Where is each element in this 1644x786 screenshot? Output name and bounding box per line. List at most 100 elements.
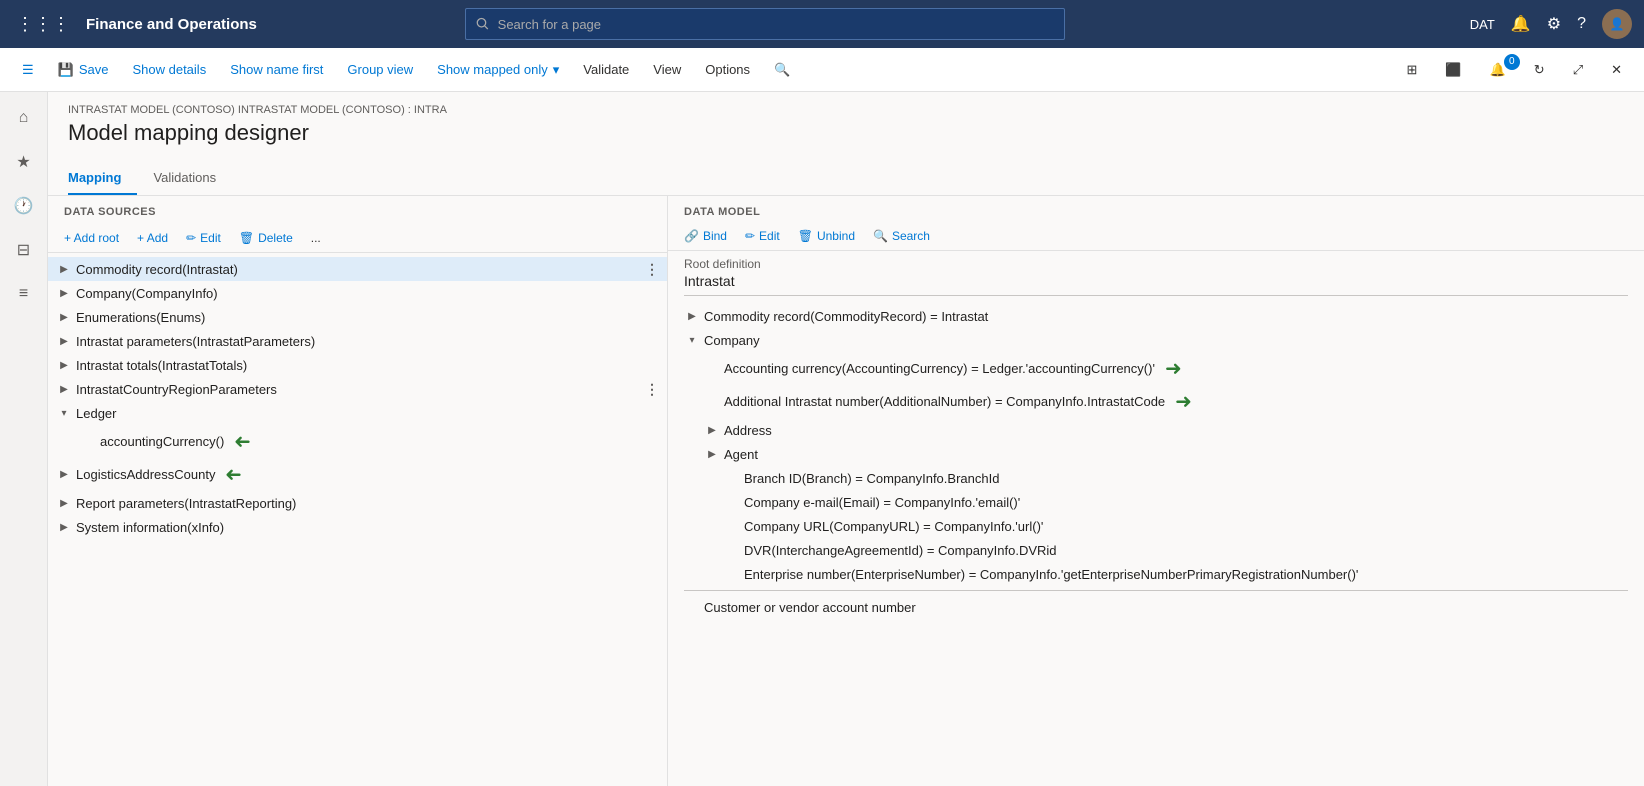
page-header: INTRASTAT MODEL (CONTOSO) INTRASTAT MODE… bbox=[48, 92, 1644, 162]
waffle-menu-icon[interactable]: ⋮⋮⋮ bbox=[12, 10, 74, 39]
bind-button[interactable]: 🔗 Bind bbox=[676, 226, 735, 246]
expand-icon[interactable]: ▶ bbox=[56, 381, 72, 397]
user-avatar[interactable]: 👤 bbox=[1602, 9, 1632, 39]
dm-item-address[interactable]: ▶ Address bbox=[668, 418, 1644, 442]
expand-icon[interactable]: ▶ bbox=[704, 446, 720, 462]
global-search[interactable] bbox=[465, 8, 1065, 40]
expand-icon bbox=[704, 394, 720, 410]
notification-wrapper: 🔔 0 bbox=[1480, 58, 1516, 82]
expand-icon[interactable]: ▶ bbox=[56, 333, 72, 349]
unbind-button[interactable]: 🗑 Unbind bbox=[790, 226, 863, 246]
hamburger-icon: ☰ bbox=[22, 62, 34, 78]
dm-item-company-url[interactable]: Company URL(CompanyURL) = CompanyInfo.'u… bbox=[668, 514, 1644, 538]
expand-icon[interactable]: ▶ bbox=[56, 519, 72, 535]
arrow-indicator-left2: ➜ bbox=[225, 462, 242, 487]
context-menu-icon[interactable]: ⋮ bbox=[645, 381, 659, 398]
hamburger-button[interactable]: ☰ bbox=[12, 58, 44, 82]
dm-item-commodity[interactable]: ▶ Commodity record(CommodityRecord) = In… bbox=[668, 304, 1644, 328]
sidebar-recent-icon[interactable]: 🕐 bbox=[6, 188, 42, 224]
dm-item-accounting-currency[interactable]: Accounting currency(AccountingCurrency) … bbox=[668, 352, 1644, 385]
connections-icon-button[interactable]: ⊞ bbox=[1397, 58, 1428, 82]
dm-item-branch[interactable]: Branch ID(Branch) = CompanyInfo.BranchId bbox=[668, 466, 1644, 490]
dm-item-agent[interactable]: ▶ Agent bbox=[668, 442, 1644, 466]
tabs-bar: Mapping Validations bbox=[48, 162, 1644, 196]
arrow-indicator-right2: ➜ bbox=[1175, 389, 1192, 414]
office-icon-button[interactable]: ⬛ bbox=[1435, 58, 1471, 82]
expand-icon[interactable]: ▶ bbox=[56, 285, 72, 301]
content-area: INTRASTAT MODEL (CONTOSO) INTRASTAT MODE… bbox=[48, 92, 1644, 786]
tree-item-intrastat-country[interactable]: ▶ IntrastatCountryRegionParameters ⋮ bbox=[48, 377, 667, 401]
expand-icon bbox=[724, 494, 740, 510]
datasources-toolbar: + Add root + Add ✏ Edit 🗑 Delete ... bbox=[48, 224, 667, 253]
expand-icon bbox=[80, 434, 96, 450]
tab-validations[interactable]: Validations bbox=[153, 162, 232, 195]
sidebar-favorites-icon[interactable]: ★ bbox=[6, 144, 42, 180]
tree-item-enumerations[interactable]: ▶ Enumerations(Enums) bbox=[48, 305, 667, 329]
tree-item-logistics[interactable]: ▶ LogisticsAddressCounty ➜ bbox=[48, 458, 667, 491]
tree-item-accounting-currency[interactable]: accountingCurrency() ➜ bbox=[48, 425, 667, 458]
save-button[interactable]: 💾 Save bbox=[48, 58, 119, 82]
group-view-button[interactable]: Group view bbox=[337, 58, 423, 81]
tree-item-commodity-record[interactable]: ▶ Commodity record(Intrastat) ⋮ bbox=[48, 257, 667, 281]
root-definition-value: Intrastat bbox=[684, 271, 1628, 296]
dm-item-enterprise-number[interactable]: Enterprise number(EnterpriseNumber) = Co… bbox=[668, 562, 1644, 586]
expand-icon[interactable]: ▶ bbox=[56, 261, 72, 277]
dm-edit-button[interactable]: ✏ Edit bbox=[737, 226, 788, 246]
expand-icon[interactable]: ▶ bbox=[56, 309, 72, 325]
expand-icon bbox=[684, 599, 700, 615]
tree-divider bbox=[684, 590, 1628, 591]
dm-item-additional-intrastat[interactable]: Additional Intrastat number(AdditionalNu… bbox=[668, 385, 1644, 418]
sidebar-workspaces-icon[interactable]: ⊟ bbox=[6, 232, 42, 268]
sidebar-home-icon[interactable]: ⌂ bbox=[6, 100, 42, 136]
dm-item-company[interactable]: ▾ Company bbox=[668, 328, 1644, 352]
dm-item-customer-vendor[interactable]: Customer or vendor account number bbox=[668, 595, 1644, 619]
dropdown-chevron-icon: ▾ bbox=[553, 62, 560, 78]
edit-button[interactable]: ✏ Edit bbox=[178, 228, 229, 248]
expand-icon[interactable]: ▶ bbox=[56, 495, 72, 511]
show-mapped-only-button[interactable]: Show mapped only ▾ bbox=[427, 58, 569, 82]
bind-icon: 🔗 bbox=[684, 229, 699, 243]
options-button[interactable]: Options bbox=[695, 58, 760, 81]
tree-item-intrastat-parameters[interactable]: ▶ Intrastat parameters(IntrastatParamete… bbox=[48, 329, 667, 353]
tab-mapping[interactable]: Mapping bbox=[68, 162, 137, 195]
datamodel-header: DATA MODEL bbox=[668, 196, 1644, 222]
arrow-indicator-left: ➜ bbox=[234, 429, 251, 454]
expand-icon bbox=[704, 361, 720, 377]
show-name-first-button[interactable]: Show name first bbox=[220, 58, 333, 81]
two-pane-layout: DATA SOURCES + Add root + Add ✏ Edit 🗑 D… bbox=[48, 196, 1644, 786]
expand-icon[interactable]: ▶ bbox=[704, 422, 720, 438]
expand-icon[interactable]: ▶ bbox=[56, 467, 72, 483]
tree-item-intrastat-totals[interactable]: ▶ Intrastat totals(IntrastatTotals) bbox=[48, 353, 667, 377]
search-button[interactable]: 🔍 bbox=[764, 58, 800, 82]
notification-badge: 0 bbox=[1504, 54, 1520, 70]
show-details-button[interactable]: Show details bbox=[122, 58, 216, 81]
add-root-button[interactable]: + Add root bbox=[56, 228, 127, 248]
settings-icon[interactable]: ⚙ bbox=[1547, 14, 1561, 34]
tree-item-company[interactable]: ▶ Company(CompanyInfo) bbox=[48, 281, 667, 305]
expand-icon[interactable]: ▾ bbox=[56, 405, 72, 421]
notification-icon[interactable]: 🔔 bbox=[1511, 14, 1531, 34]
tree-item-report-params[interactable]: ▶ Report parameters(IntrastatReporting) bbox=[48, 491, 667, 515]
breadcrumb: INTRASTAT MODEL (CONTOSO) INTRASTAT MODE… bbox=[68, 104, 1624, 116]
dm-search-button[interactable]: 🔍 Search bbox=[865, 226, 938, 246]
context-menu-icon[interactable]: ⋮ bbox=[645, 261, 659, 278]
refresh-button[interactable]: ↻ bbox=[1524, 58, 1555, 82]
expand-icon[interactable]: ▶ bbox=[684, 308, 700, 324]
dm-item-company-email[interactable]: Company e-mail(Email) = CompanyInfo.'ema… bbox=[668, 490, 1644, 514]
dm-item-dvr[interactable]: DVR(InterchangeAgreementId) = CompanyInf… bbox=[668, 538, 1644, 562]
popout-button[interactable]: ⤢ bbox=[1563, 58, 1593, 82]
close-button[interactable]: ✕ bbox=[1601, 58, 1632, 82]
tree-item-system-info[interactable]: ▶ System information(xInfo) bbox=[48, 515, 667, 539]
root-definition-label: Root definition bbox=[684, 257, 1628, 271]
delete-button[interactable]: 🗑 Delete bbox=[231, 228, 301, 248]
help-icon[interactable]: ? bbox=[1577, 15, 1586, 33]
more-button[interactable]: ... bbox=[303, 228, 329, 248]
expand-icon[interactable]: ▶ bbox=[56, 357, 72, 373]
tree-item-ledger[interactable]: ▾ Ledger bbox=[48, 401, 667, 425]
search-input[interactable] bbox=[498, 17, 1055, 32]
expand-icon[interactable]: ▾ bbox=[684, 332, 700, 348]
sidebar-modules-icon[interactable]: ≡ bbox=[6, 276, 42, 312]
validate-button[interactable]: Validate bbox=[573, 58, 639, 81]
add-button[interactable]: + Add bbox=[129, 228, 176, 248]
view-button[interactable]: View bbox=[643, 58, 691, 81]
